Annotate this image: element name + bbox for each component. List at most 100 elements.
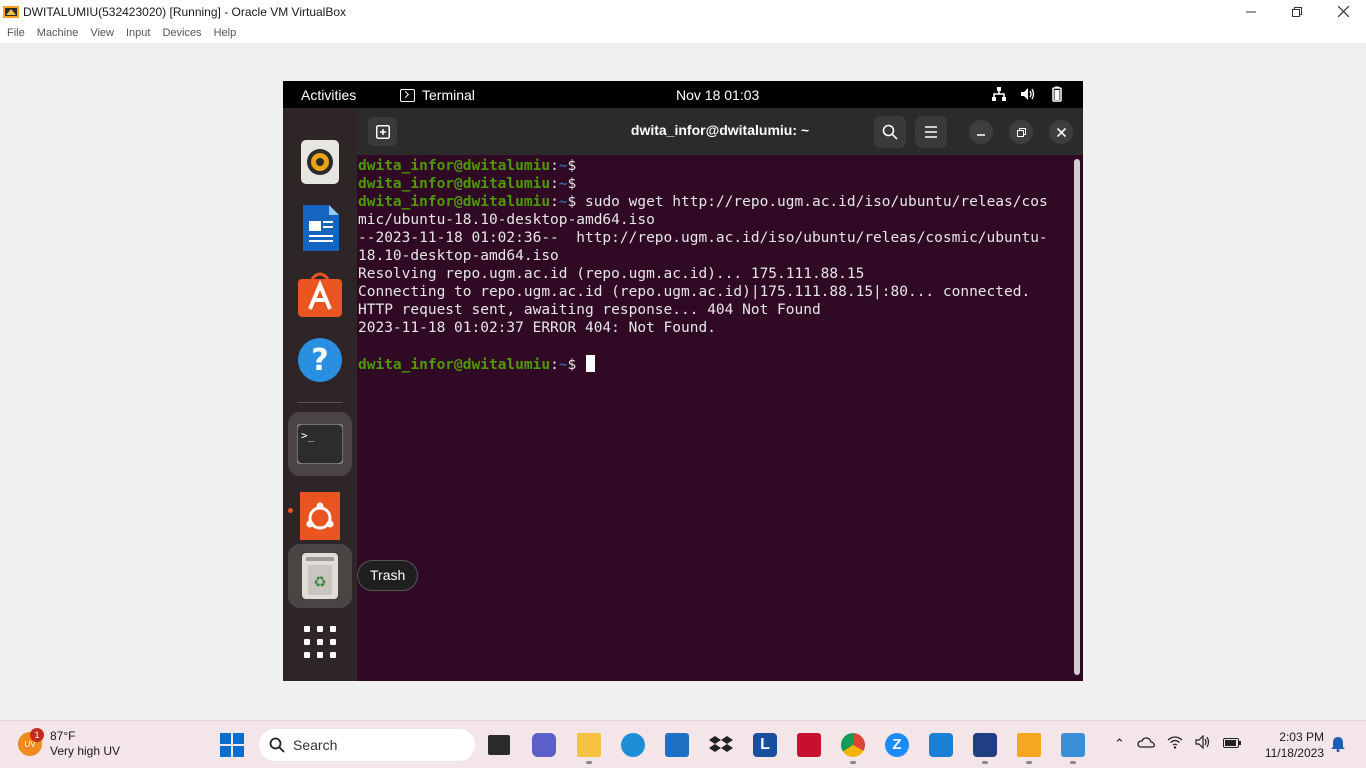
zoom-icon[interactable]: Z: [885, 733, 909, 757]
gnome-top-bar: Activities Terminal Nov 18 01:03: [283, 81, 1083, 108]
onedrive-icon[interactable]: [1137, 736, 1155, 751]
vbox-titlebar: DWITALUMIU(532423020) [Running] - Oracle…: [0, 0, 1366, 23]
output-line: --2023-11-18 01:02:36-- http://repo.ugm.…: [358, 230, 1048, 246]
system-tray[interactable]: ⌃: [1114, 734, 1241, 752]
terminal-headerbar: dwita_infor@dwitalumiu: ~: [357, 108, 1083, 155]
chevron-up-icon[interactable]: ⌃: [1114, 736, 1125, 752]
svg-text:♻: ♻: [313, 573, 326, 591]
photos-icon[interactable]: [1061, 733, 1085, 757]
menu-help[interactable]: Help: [211, 27, 243, 39]
meet-now-icon[interactable]: [532, 733, 556, 757]
dock-libreoffice-writer[interactable]: [288, 196, 352, 260]
wifi-icon[interactable]: [1167, 735, 1183, 752]
notification-bell-icon[interactable]: [1330, 736, 1346, 752]
start-button[interactable]: [220, 733, 244, 757]
battery-icon[interactable]: [1222, 736, 1241, 751]
active-prompt-line: dwita_infor@dwitalumiu:~$: [358, 355, 595, 374]
task-view-icon[interactable]: [488, 735, 510, 755]
help-icon: ?: [298, 338, 342, 382]
mcafee-icon[interactable]: [797, 733, 821, 757]
minimize-icon: [1246, 11, 1256, 12]
ubuntu-logo-icon: [300, 492, 340, 540]
virtualbox-icon[interactable]: [973, 733, 997, 757]
minimize-icon: [977, 134, 985, 136]
vbox-window-title: DWITALUMIU(532423020) [Running] - Oracle…: [23, 4, 347, 19]
chrome-icon[interactable]: [841, 733, 865, 757]
file-explorer-icon[interactable]: [577, 733, 601, 757]
search-icon: [269, 737, 285, 753]
terminal-output-area[interactable]: dwita_infor@dwitalumiu:~$ dwita_infor@dw…: [357, 155, 1083, 681]
output-line: Connecting to repo.ugm.ac.id (repo.ugm.a…: [358, 284, 1031, 300]
menu-machine[interactable]: Machine: [34, 27, 85, 39]
dock-trash[interactable]: ♻: [288, 544, 352, 608]
running-indicator: [982, 761, 988, 764]
trash-icon: ♻: [302, 553, 338, 599]
app-grid-icon: [304, 626, 336, 658]
taskbar-clock[interactable]: 2:03 PM 11/18/2023: [1256, 729, 1324, 761]
minimize-button[interactable]: [1228, 0, 1274, 23]
terminal-search-button[interactable]: [874, 116, 906, 148]
dock-app-center[interactable]: [288, 262, 352, 326]
vbox-menubar: File Machine View Input Devices Help: [0, 23, 1366, 43]
prompt-line: dwita_infor@dwitalumiu:~$: [358, 176, 577, 192]
restore-button[interactable]: [1274, 0, 1320, 23]
l-app-icon[interactable]: L: [753, 733, 777, 757]
hamburger-menu-icon: [925, 126, 937, 138]
weather-description: Very high UV: [50, 744, 121, 758]
dock-rhythmbox[interactable]: [288, 130, 352, 194]
command-line: dwita_infor@dwitalumiu:~$ sudo wget http…: [358, 194, 1048, 210]
vscode-icon[interactable]: [929, 733, 953, 757]
menu-devices[interactable]: Devices: [159, 27, 207, 39]
menu-input[interactable]: Input: [123, 27, 156, 39]
terminal-menu-button[interactable]: [915, 116, 947, 148]
terminal-maximize-button[interactable]: [1009, 120, 1033, 144]
close-icon: [1337, 6, 1349, 17]
virtualbox-vm-icon[interactable]: [1017, 733, 1041, 757]
clock-time: 2:03 PM: [1279, 730, 1324, 744]
app-menu-label: Terminal: [422, 87, 475, 103]
close-button[interactable]: [1320, 0, 1366, 23]
running-indicator: [1070, 761, 1076, 764]
output-line: 18.10-desktop-amd64.iso: [358, 248, 559, 264]
dock-help[interactable]: ?: [288, 328, 352, 392]
dock-separator: [297, 402, 343, 403]
menu-file[interactable]: File: [4, 27, 31, 39]
network-icon: [991, 86, 1007, 102]
ubuntu-dock: ? >_ ♻: [283, 108, 357, 681]
microsoft-store-icon[interactable]: [665, 733, 689, 757]
terminal-app-icon: [400, 88, 415, 102]
terminal-close-button[interactable]: [1049, 120, 1073, 144]
taskbar-search[interactable]: Search: [259, 729, 475, 761]
dropbox-icon[interactable]: [709, 733, 733, 757]
guest-screen[interactable]: Activities Terminal Nov 18 01:03 ? >_ ♻ …: [283, 81, 1083, 681]
running-indicator: [1026, 761, 1032, 764]
weather-widget[interactable]: UV 1 87°F Very high UV: [18, 728, 121, 759]
app-center-icon: [298, 272, 342, 317]
top-bar-clock[interactable]: Nov 18 01:03: [676, 87, 759, 103]
svg-text:>_: >_: [301, 429, 315, 442]
search-label: Search: [293, 737, 338, 753]
speaker-icon[interactable]: [1195, 734, 1211, 752]
app-menu[interactable]: Terminal: [400, 87, 475, 103]
terminal-scrollbar[interactable]: [1074, 159, 1080, 675]
output-line: Resolving repo.ugm.ac.id (repo.ugm.ac.id…: [358, 266, 865, 282]
menu-view[interactable]: View: [87, 27, 120, 39]
virtualbox-app-icon: [3, 5, 19, 18]
writer-icon: [303, 205, 339, 251]
search-icon: [882, 124, 898, 140]
activities-button[interactable]: Activities: [301, 87, 356, 103]
edge-icon[interactable]: [621, 733, 645, 757]
clock-date: 11/18/2023: [1264, 746, 1324, 760]
terminal-icon: >_: [297, 424, 343, 464]
command-text: sudo wget http://repo.ugm.ac.id/iso/ubun…: [576, 194, 1048, 210]
weather-icon: UV 1: [18, 728, 44, 756]
battery-icon: [1049, 86, 1065, 102]
dock-terminal[interactable]: >_: [288, 412, 352, 476]
terminal-minimize-button[interactable]: [969, 120, 993, 144]
close-icon: [1056, 127, 1066, 137]
restore-icon: [1016, 127, 1026, 137]
system-menu[interactable]: [991, 86, 1065, 102]
windows-taskbar: UV 1 87°F Very high UV Search L Z ⌃ 2:03…: [0, 720, 1366, 768]
dock-ubuntu[interactable]: [288, 484, 352, 548]
show-applications-button[interactable]: [288, 610, 352, 674]
